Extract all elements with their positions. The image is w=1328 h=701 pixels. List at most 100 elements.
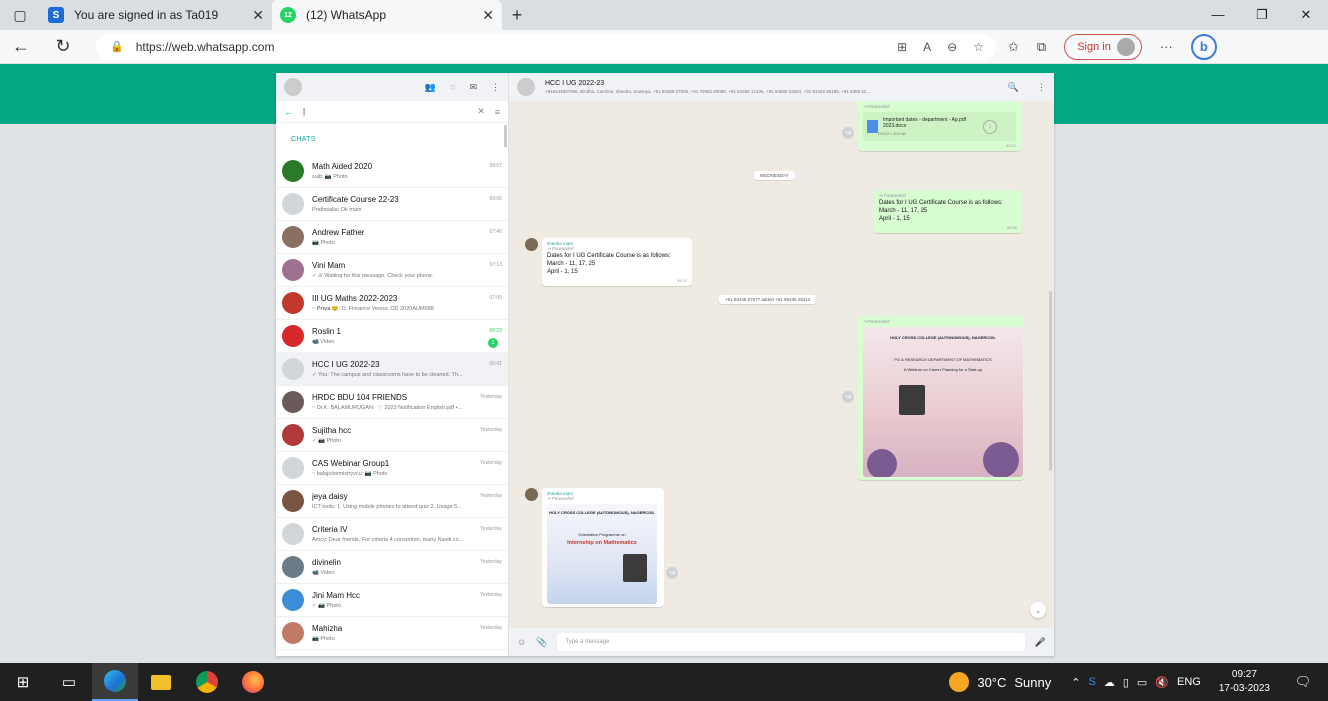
chat-list-item[interactable]: Roslin 1 📹 Video 06:23 1 xyxy=(276,320,508,353)
forward-icon[interactable]: ↪ xyxy=(842,391,854,403)
chat-list-item[interactable]: jeya daisy ICT tools: 1. Using mobile pho… xyxy=(276,485,508,518)
chat-list-item[interactable]: Criteria IV Amcy: Dear friends, For crite… xyxy=(276,518,508,551)
favorites-icon[interactable]: ✩ xyxy=(1008,39,1019,55)
weather-condition: Sunny xyxy=(1014,674,1052,690)
attach-icon[interactable]: 📎 xyxy=(536,637,547,648)
chat-list-item[interactable]: Jini Mam Hcc ✓ 📷 Photo Yesterday xyxy=(276,584,508,617)
language-indicator[interactable]: ENG xyxy=(1177,676,1201,688)
poster-flower-decoration xyxy=(983,442,1019,477)
back-arrow-icon[interactable]: ← xyxy=(284,107,293,117)
system-message: +91 93446 57577 added +91 99436 26212 xyxy=(719,295,817,304)
chat-list-item[interactable]: Certificate Course 22-23 Prathwalia: Ok m… xyxy=(276,188,508,221)
status-icon[interactable]: ◌ xyxy=(450,82,455,93)
clear-search-icon[interactable]: ✕ xyxy=(477,106,485,117)
image-message[interactable]: ↪ Forwarded HOLY CROSS COLLEGE (AUTONOMO… xyxy=(858,316,1024,480)
forward-icon[interactable]: ↪ xyxy=(842,127,854,139)
weather-widget[interactable]: 30°C Sunny xyxy=(949,672,1051,692)
cloud-icon[interactable]: ☁ xyxy=(1104,676,1115,689)
emoji-icon[interactable]: ☺ xyxy=(517,637,526,647)
scroll-down-icon[interactable]: ⌄ xyxy=(1030,602,1046,618)
profile-avatar-icon xyxy=(1116,37,1135,56)
communities-icon[interactable]: 👥 xyxy=(425,82,436,93)
chat-name: HRDC BDU 104 FRIENDS xyxy=(312,393,408,402)
my-avatar[interactable] xyxy=(284,78,302,96)
message-time: 09:21 xyxy=(676,278,687,283)
close-window-icon[interactable]: ✕ xyxy=(1284,7,1328,23)
close-tab-icon[interactable]: ✕ xyxy=(252,7,264,24)
sign-in-button[interactable]: Sign in xyxy=(1064,33,1142,60)
lock-icon[interactable]: 🔒 xyxy=(110,40,124,53)
conversation-scrollbar[interactable] xyxy=(1049,291,1052,471)
chat-list-item[interactable]: Mahizha 📷 Photo Yesterday xyxy=(276,617,508,650)
chat-name: Sujitha hcc xyxy=(312,426,352,435)
search-row: ← | ✕ ≡ xyxy=(276,101,508,123)
tab-actions-icon[interactable]: ▢ xyxy=(0,0,40,30)
sender-avatar[interactable] xyxy=(525,238,538,251)
download-icon[interactable]: ↓ xyxy=(983,119,997,134)
close-tab-icon[interactable]: ✕ xyxy=(482,7,494,24)
chat-list-item[interactable]: CAS Webinar Group1 ~ balajichemistryvcu: … xyxy=(276,452,508,485)
search-input[interactable]: | xyxy=(303,107,477,116)
search-icon[interactable]: 🔍 xyxy=(1008,82,1019,93)
internship-poster-image[interactable]: HOLY CROSS COLLEGE (AUTONOMOUS), NAGERCO… xyxy=(547,504,657,604)
skype-icon[interactable]: S xyxy=(1088,676,1095,688)
file-explorer-icon[interactable] xyxy=(138,663,184,701)
zoom-icon[interactable]: ⊖ xyxy=(947,40,957,54)
task-view-icon[interactable]: ▭ xyxy=(46,663,92,701)
message-area: ↪ Forwarded Important dates - department… xyxy=(509,101,1054,628)
bing-icon[interactable]: b xyxy=(1190,33,1217,60)
tab-signed-in[interactable]: S You are signed in as Ta019 ✕ xyxy=(40,0,272,30)
url-field[interactable]: 🔒 https://web.whatsapp.com ⊞ A ⊖ ☆ xyxy=(96,33,996,60)
group-avatar[interactable] xyxy=(517,78,535,96)
collections-icon[interactable]: ⧉ xyxy=(1037,39,1046,55)
edge-icon[interactable] xyxy=(92,663,138,701)
chrome-icon[interactable] xyxy=(184,663,230,701)
sender-avatar[interactable] xyxy=(525,488,538,501)
app-available-icon[interactable]: ⊞ xyxy=(897,40,907,54)
document-message[interactable]: ↪ Forwarded Important dates - department… xyxy=(858,101,1021,151)
chat-list-item[interactable]: Vini Mam ✓ ⊘ Waiting for this message. Ch… xyxy=(276,254,508,287)
chat-list-item[interactable]: HRDC BDU 104 FRIENDS ~ Dr.K. BALAMURUGAN:… xyxy=(276,386,508,419)
network-icon[interactable]: ▭ xyxy=(1137,676,1147,689)
chat-list-item[interactable]: HCC I UG 2022-23 ✓ You: The campus and cl… xyxy=(276,353,508,386)
notification-icon[interactable]: 🗨 xyxy=(1288,674,1318,690)
incoming-image-message[interactable]: sheeba mam ↪ Forwarded HOLY CROSS COLLEG… xyxy=(542,488,664,607)
sidebar-scrollbar[interactable] xyxy=(504,125,507,147)
read-aloud-icon[interactable]: A xyxy=(923,40,931,54)
chat-list-item[interactable]: Andrew Father 📷 Photo 07:46 xyxy=(276,221,508,254)
minimize-icon[interactable]: — xyxy=(1196,7,1240,23)
clock[interactable]: 09:27 17-03-2023 xyxy=(1219,668,1270,696)
refresh-icon[interactable]: ↻ xyxy=(42,36,84,57)
chat-name: Criteria IV xyxy=(312,525,348,534)
outgoing-message[interactable]: ↪ Forwarded Dates for I UG Certificate C… xyxy=(874,190,1022,233)
chat-list-item[interactable]: III UG Maths 2022-2023 ~ 𝐏𝐫𝐢𝐲𝐚 😊: D. Flor… xyxy=(276,287,508,320)
firefox-icon[interactable] xyxy=(230,663,276,701)
more-menu-icon[interactable]: ··· xyxy=(1160,39,1173,54)
menu-icon[interactable]: ⋮ xyxy=(1037,82,1046,93)
back-icon[interactable]: ← xyxy=(0,36,42,57)
volume-muted-icon[interactable]: 🔇 xyxy=(1155,676,1169,689)
chat-time: 09:06 xyxy=(489,196,502,202)
document-size: DOCX • 200 kB xyxy=(878,131,906,136)
new-tab-button[interactable]: + xyxy=(502,5,532,26)
battery-icon[interactable]: ▯ xyxy=(1123,676,1129,689)
start-icon[interactable]: ⊞ xyxy=(0,663,46,701)
new-chat-icon[interactable]: ✉ xyxy=(469,82,477,93)
microphone-icon[interactable]: 🎤 xyxy=(1035,637,1046,648)
filter-icon[interactable]: ≡ xyxy=(495,107,500,117)
favorite-add-icon[interactable]: ☆ xyxy=(973,40,984,54)
chat-list-item[interactable]: Sujitha hcc ✓ 📷 Photo Yesterday xyxy=(276,419,508,452)
conversation-header[interactable]: HCC I UG 2022-23 +919444807996, Bindha, … xyxy=(509,73,1054,101)
tab-whatsapp[interactable]: 12 (12) WhatsApp ✕ xyxy=(272,0,502,30)
menu-icon[interactable]: ⋮ xyxy=(491,82,500,93)
chat-list-item[interactable]: Math Aided 2020 sujit: 📷 Photo 09:07 xyxy=(276,155,508,188)
document-attachment[interactable]: Important dates - department - Ap.pdf 20… xyxy=(863,112,1016,141)
webinar-poster-image[interactable]: HOLY CROSS COLLEGE (AUTONOMOUS), NAGERCO… xyxy=(863,327,1023,477)
restore-icon[interactable]: ❐ xyxy=(1240,7,1284,23)
chevron-up-icon[interactable]: ⌃ xyxy=(1071,676,1080,689)
incoming-message[interactable]: sheeba mam ↪ Forwarded Dates for I UG Ce… xyxy=(542,238,692,286)
chat-list-item[interactable]: divinelin 📹 Video Yesterday xyxy=(276,551,508,584)
chat-name: Roslin 1 xyxy=(312,327,341,336)
message-input[interactable]: Type a message xyxy=(557,633,1025,651)
forward-icon[interactable]: ↪ xyxy=(666,567,678,579)
